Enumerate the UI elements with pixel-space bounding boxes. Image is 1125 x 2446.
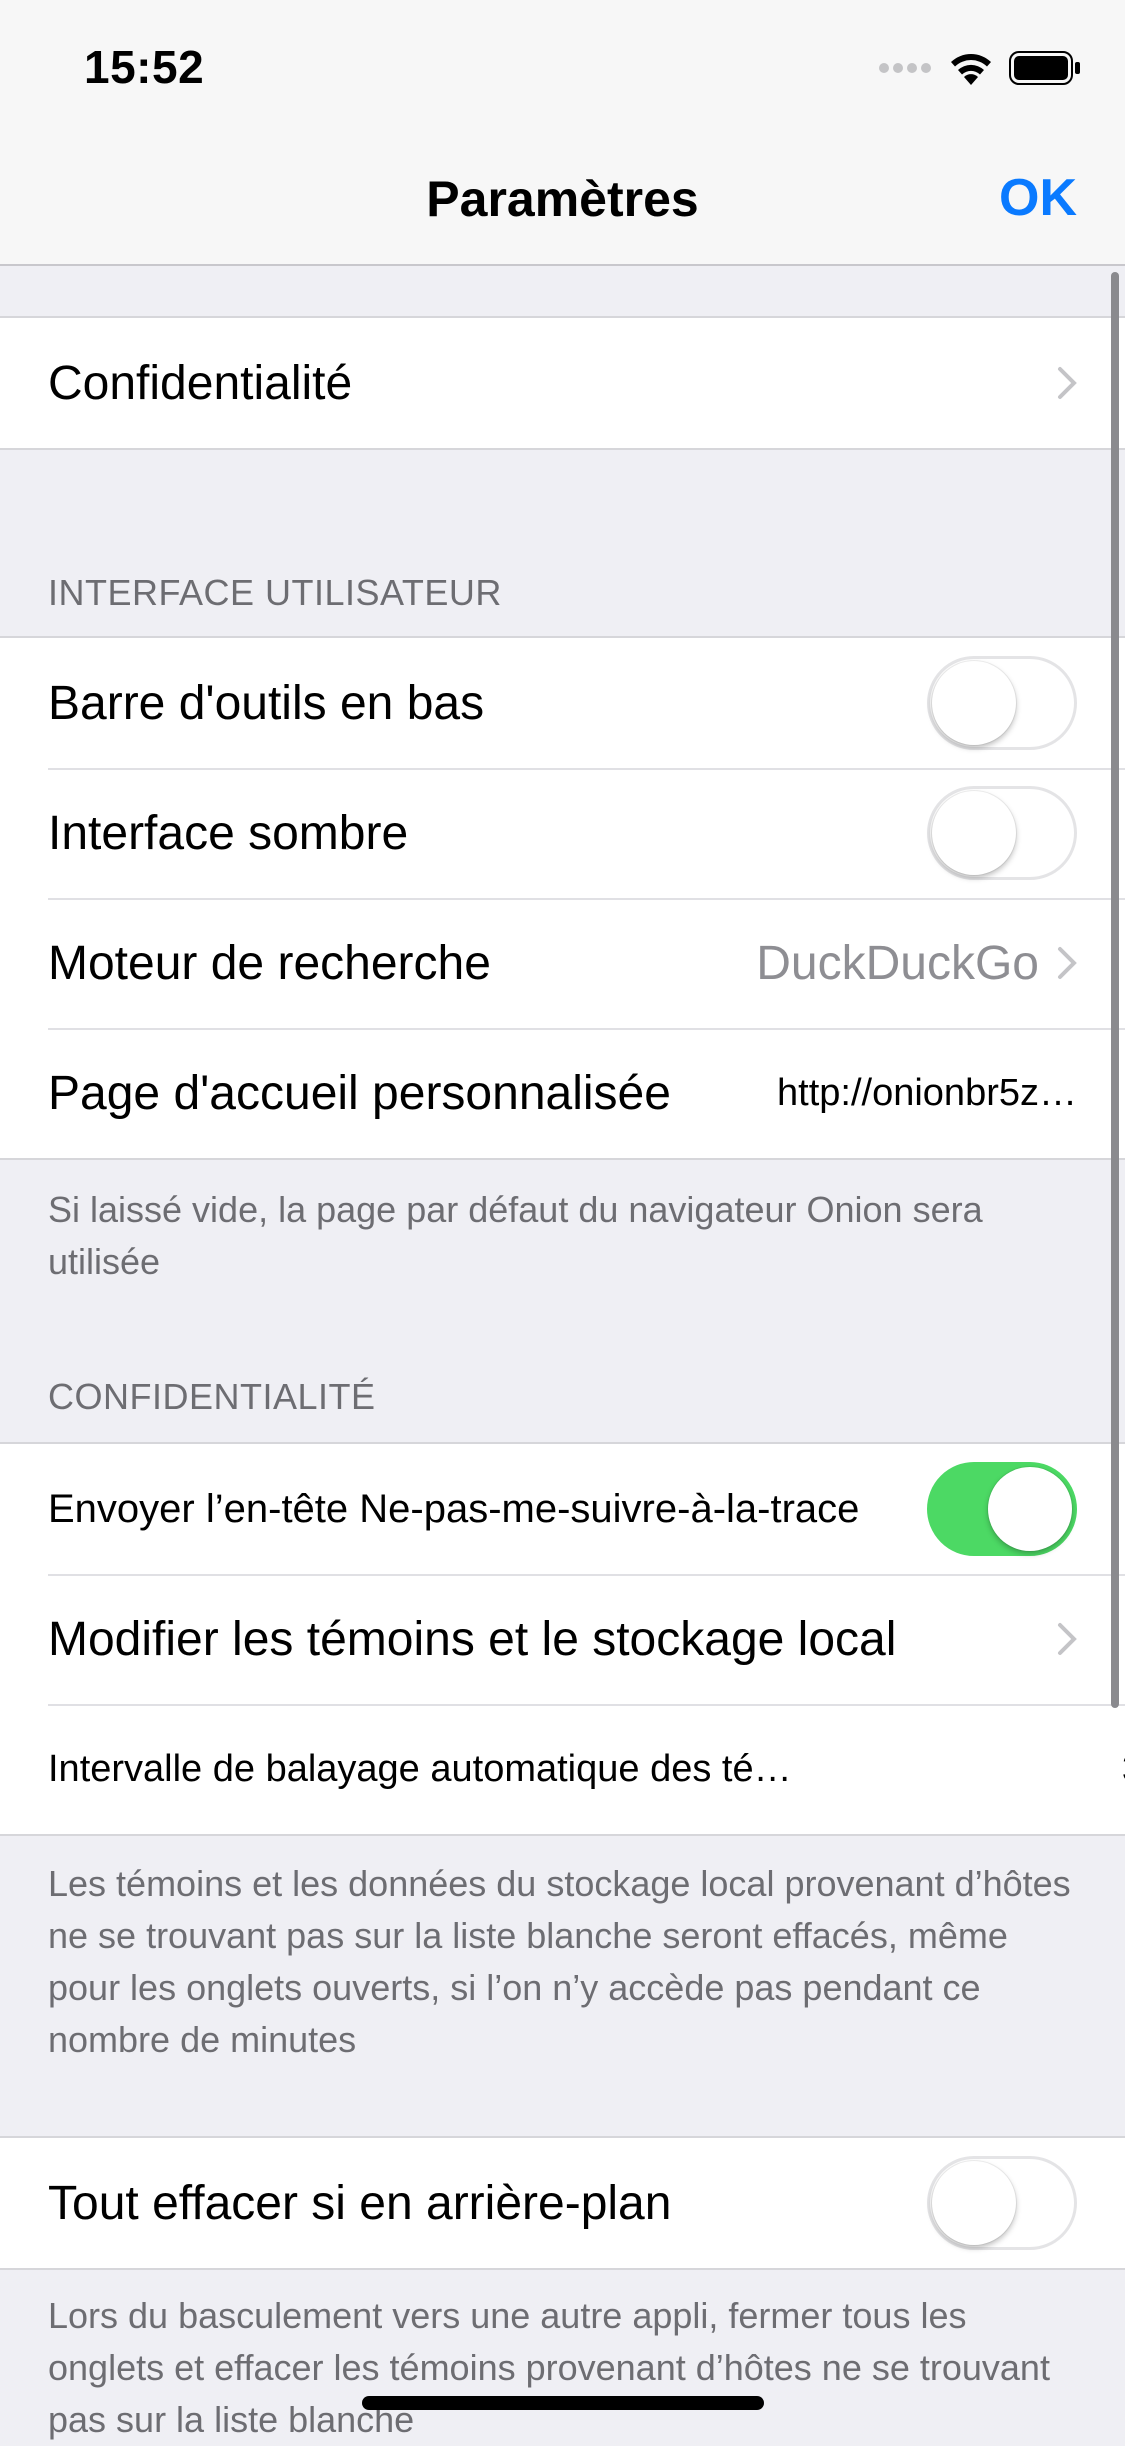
background-settings-group: Tout effacer si en arrière-plan	[0, 2136, 1125, 2270]
clear-on-background-toggle[interactable]	[927, 2156, 1077, 2250]
clear-on-background-label: Tout effacer si en arrière-plan	[48, 2176, 672, 2230]
toggle-knob	[932, 661, 1016, 745]
status-time: 15:52	[84, 41, 205, 93]
cookies-storage-row[interactable]: Modifier les témoins et le stockage loca…	[0, 1574, 1125, 1704]
search-engine-label: Moteur de recherche	[48, 936, 491, 990]
sweep-interval-label: Intervalle de balayage automatique des t…	[48, 1747, 792, 1790]
chevron-right-icon	[1058, 1623, 1077, 1655]
clear-on-background-row: Tout effacer si en arrière-plan	[0, 2138, 1125, 2268]
do-not-track-label: Envoyer l’en-tête Ne-pas-me-suivre-à-la-…	[48, 1486, 860, 1531]
do-not-track-row: Envoyer l’en-tête Ne-pas-me-suivre-à-la-…	[0, 1444, 1125, 1574]
search-engine-value: DuckDuckGo	[756, 936, 1039, 990]
dark-interface-label: Interface sombre	[48, 806, 409, 860]
chevron-right-icon	[1058, 947, 1077, 979]
toggle-knob	[988, 1467, 1072, 1551]
privacy-link-group: Confidentialité	[0, 316, 1125, 450]
search-engine-row[interactable]: Moteur de recherche DuckDuckGo	[0, 898, 1125, 1028]
navigation-bar: Paramètres OK	[0, 132, 1125, 266]
dark-interface-toggle[interactable]	[927, 786, 1077, 880]
home-indicator[interactable]	[362, 2396, 764, 2410]
background-section-footer: Lors du basculement vers une autre appli…	[48, 2295, 1050, 2440]
toggle-knob	[932, 2161, 1016, 2245]
homepage-label: Page d'accueil personnalisée	[48, 1066, 671, 1120]
page-title: Paramètres	[426, 171, 699, 227]
chevron-right-icon	[1058, 367, 1077, 399]
homepage-url-field[interactable]: http://onionbr5z…	[777, 1072, 1077, 1115]
section-header-interface: INTERFACE UTILISATEUR	[48, 572, 502, 613]
privacy-section-footer: Les témoins et les données du stockage l…	[48, 1863, 1071, 2060]
signal-dots-icon	[879, 63, 931, 73]
dark-interface-row: Interface sombre	[0, 768, 1125, 898]
privacy-settings-group: Envoyer l’en-tête Ne-pas-me-suivre-à-la-…	[0, 1442, 1125, 1836]
bottom-toolbar-row: Barre d'outils en bas	[0, 638, 1125, 768]
bottom-toolbar-label: Barre d'outils en bas	[48, 676, 485, 730]
interface-section-footer: Si laissé vide, la page par défaut du na…	[48, 1189, 983, 1282]
homepage-row: Page d'accueil personnalisée http://onio…	[0, 1028, 1125, 1158]
battery-icon	[1009, 51, 1080, 85]
section-header-privacy: CONFIDENTIALITÉ	[48, 1376, 376, 1417]
do-not-track-toggle[interactable]	[927, 1462, 1077, 1556]
interface-settings-group: Barre d'outils en bas Interface sombre M…	[0, 636, 1125, 1160]
scroll-indicator[interactable]	[1111, 272, 1119, 1708]
status-icons	[879, 48, 1081, 88]
ok-button[interactable]: OK	[999, 168, 1077, 228]
privacy-settings-label: Confidentialité	[48, 356, 353, 410]
bottom-toolbar-toggle[interactable]	[927, 656, 1077, 750]
cookies-storage-label: Modifier les témoins et le stockage loca…	[48, 1612, 897, 1666]
status-bar: 15:52	[0, 0, 1125, 132]
privacy-settings-row[interactable]: Confidentialité	[0, 318, 1125, 448]
wifi-icon	[951, 54, 991, 85]
toggle-knob	[932, 791, 1016, 875]
sweep-interval-row: Intervalle de balayage automatique des t…	[0, 1704, 1125, 1834]
